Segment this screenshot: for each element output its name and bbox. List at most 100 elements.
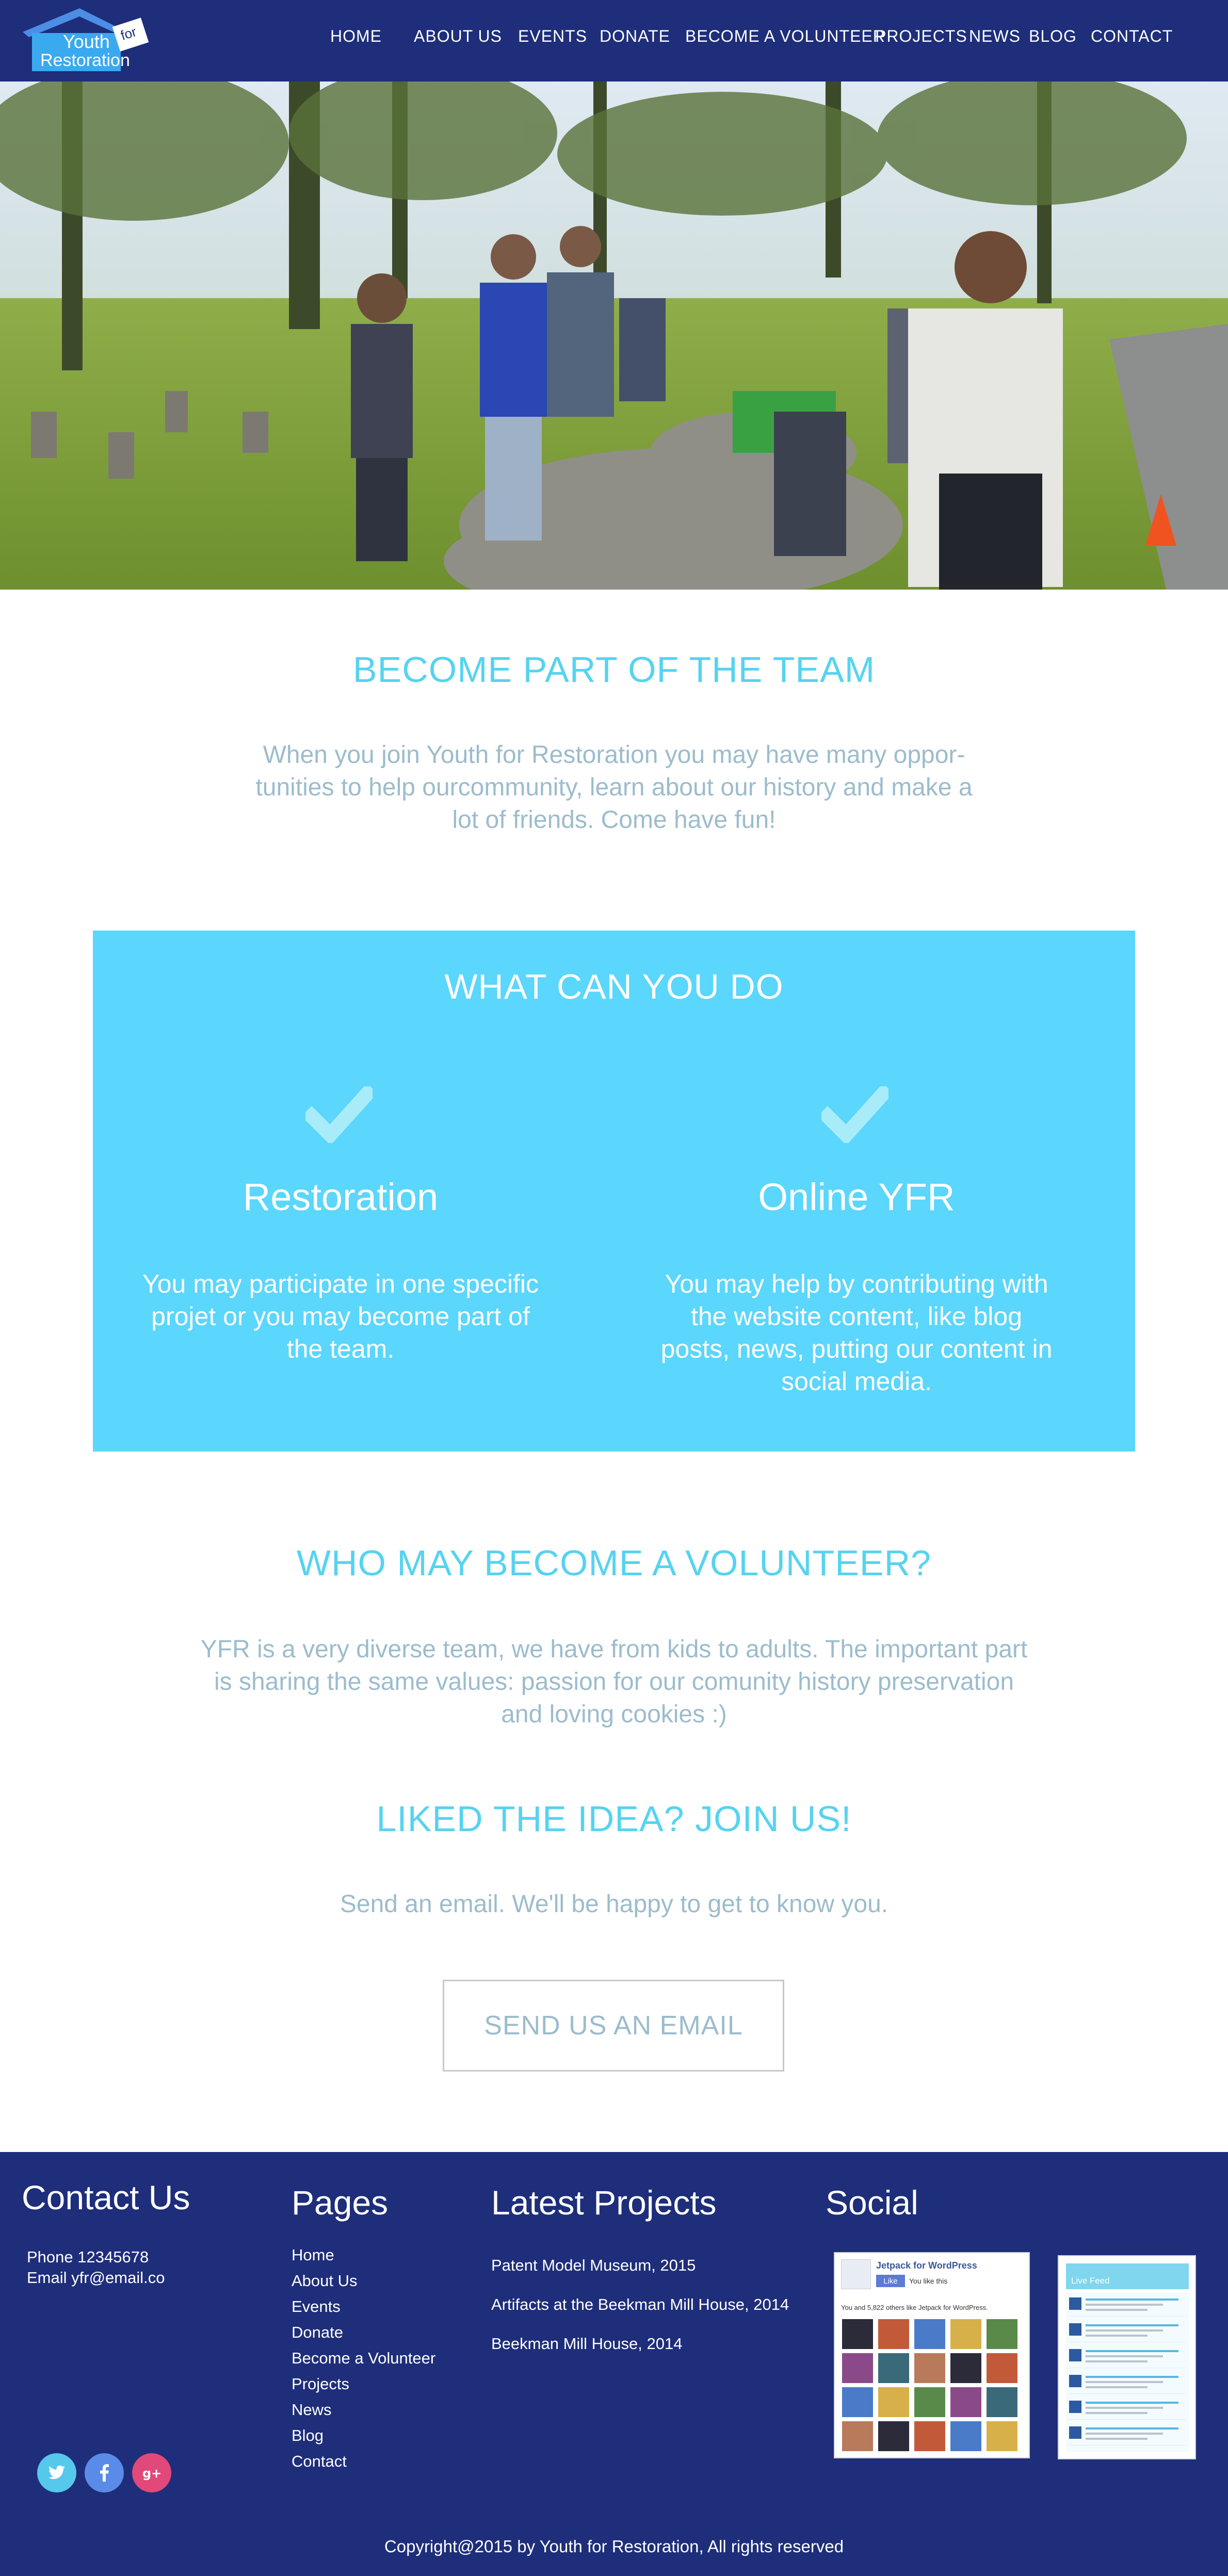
nav-donate[interactable]: DONATE [600,27,670,46]
box-title: WHAT CAN YOU DO [444,967,784,1006]
nav-events[interactable]: EVENTS [518,27,587,46]
feed-text-line [1086,2329,1163,2332]
google-plus-icon[interactable]: g+ [132,2453,171,2492]
join-title: LIKED THE IDEA? JOIN US! [376,1799,852,1839]
fan-avatar [987,2387,1017,2417]
fan-avatar [842,2387,873,2417]
feed-text-line [1086,2298,1178,2301]
contact-us-title: Contact Us [22,2178,190,2216]
restoration-text-line: projet or you may become part of [151,1302,530,1331]
feed-text-line [1086,2355,1163,2357]
feed-text-line [1086,2438,1148,2440]
footer-link-about-us[interactable]: About Us [292,2272,358,2290]
feed-item [1069,2347,1186,2368]
footer-link-contact[interactable]: Contact [292,2452,347,2471]
fan-avatar [878,2319,909,2349]
twitter-feed-widget[interactable]: Live Feed [1058,2255,1196,2459]
copyright-text: Copyright@2015 by Youth for Restoration,… [384,2537,844,2556]
intro-text-line: When you join Youth for Restoration you … [263,741,965,769]
what-can-you-do-box: WHAT CAN YOU DO Restoration Online YFR Y… [93,931,1135,1452]
send-email-button[interactable]: SEND US AN EMAIL [443,1980,784,2072]
fan-avatar [914,2353,945,2383]
fan-avatar [842,2353,873,2383]
site-logo[interactable]: Youth for Restoration [18,6,154,72]
feed-list [1066,2292,1189,2452]
feed-item [1069,2295,1186,2317]
footer-link-donate[interactable]: Donate [292,2323,343,2342]
logo-youth-text: Youth [63,31,110,52]
footer-link-events[interactable]: Events [292,2297,341,2316]
who-text-line: YFR is a very diverse team, we have from… [200,1636,1028,1663]
footer-link-news[interactable]: News [292,2401,332,2419]
online-yfr-text-line: You may help by contributing with [665,1269,1048,1298]
online-yfr-text-line: social media. [781,1367,932,1396]
footer-link-projects[interactable]: Projects [292,2375,349,2393]
nav-home[interactable]: HOME [330,27,382,46]
feed-avatar [1069,2323,1081,2336]
project-link[interactable]: Beekman Mill House, 2014 [491,2335,682,2353]
fan-avatar [842,2319,873,2349]
footer-link-home[interactable]: Home [292,2246,334,2264]
who-text-line: is sharing the same values: passion for … [214,1668,1014,1695]
nav-about-us[interactable]: ABOUT US [414,27,502,46]
fb-like-status: You like this [909,2277,948,2285]
feed-item [1069,2399,1186,2420]
nav-blog[interactable]: BLOG [1029,27,1077,46]
intro-title: BECOME PART OF THE TEAM [352,649,876,690]
fan-avatar [878,2421,909,2451]
feed-text-line [1086,2402,1178,2404]
footer-link-become-volunteer[interactable]: Become a Volunteer [292,2349,435,2368]
restoration-text-line: the team. [286,1334,395,1363]
project-link[interactable]: Patent Model Museum, 2015 [491,2256,696,2275]
online-yfr-text-line: posts, news, putting our content in [660,1334,1053,1363]
intro-text-line: tunities to help ourcommunity, learn abo… [255,774,973,801]
restoration-title: Restoration [243,1176,439,1218]
fb-friends-text: You and 5,822 others like Jetpack for Wo… [841,2304,988,2311]
intro-text: When you join Youth for Restoration you … [0,739,1228,836]
pages-title: Pages [292,2183,389,2222]
nav-contact[interactable]: CONTACT [1091,27,1173,46]
feed-avatar [1069,2375,1081,2387]
fan-avatar [987,2319,1017,2349]
facebook-icon[interactable] [85,2453,124,2492]
fan-avatar [950,2387,981,2417]
feed-avatar [1069,2349,1081,2361]
join-text: Send an email. We'll be happy to get to … [340,1890,888,1918]
who-title: WHO MAY BECOME A VOLUNTEER? [296,1543,932,1583]
feed-text-line [1086,2350,1178,2352]
contact-email[interactable]: Email yfr@email.co [27,2269,165,2287]
page-avatar [841,2259,871,2289]
feed-text-line [1086,2412,1148,2414]
fan-avatar [987,2421,1017,2451]
feed-text-line [1086,2427,1178,2430]
nav-projects[interactable]: PROJECTS [875,27,967,46]
nav-news[interactable]: NEWS [969,27,1021,46]
twitter-icon[interactable] [37,2453,76,2492]
fan-avatar [842,2421,873,2451]
facebook-likebox-widget[interactable]: Jetpack for WordPress Like You like this… [834,2252,1030,2458]
feed-text-line [1086,2324,1178,2326]
project-link[interactable]: Artifacts at the Beekman Mill House, 201… [491,2295,789,2314]
fan-avatar [878,2353,909,2383]
fb-page-name[interactable]: Jetpack for WordPress [876,2260,977,2271]
who-text-line: and loving cookies :) [501,1701,727,1728]
restoration-text: You may participate in one specific proj… [139,1268,542,1365]
nav-become-volunteer[interactable]: BECOME A VOLUNTEER [685,27,885,46]
footer-link-blog[interactable]: Blog [292,2426,324,2445]
logo-restoration-text: Restoration [40,51,130,70]
fan-avatar [914,2319,945,2349]
feed-item [1069,2373,1186,2394]
feed-text-line [1086,2309,1148,2311]
feed-avatar [1069,2297,1081,2310]
fan-avatar [950,2353,981,2383]
fan-avatar [914,2387,945,2417]
fan-avatar [878,2387,909,2417]
check-icon [817,1083,894,1146]
fb-like-button[interactable]: Like [876,2275,905,2287]
feed-item [1069,2424,1186,2445]
fb-fan-grid [842,2319,1023,2454]
fan-avatar [950,2319,981,2349]
fan-avatar [950,2421,981,2451]
feed-avatar [1069,2401,1081,2413]
feed-avatar [1069,2426,1081,2439]
